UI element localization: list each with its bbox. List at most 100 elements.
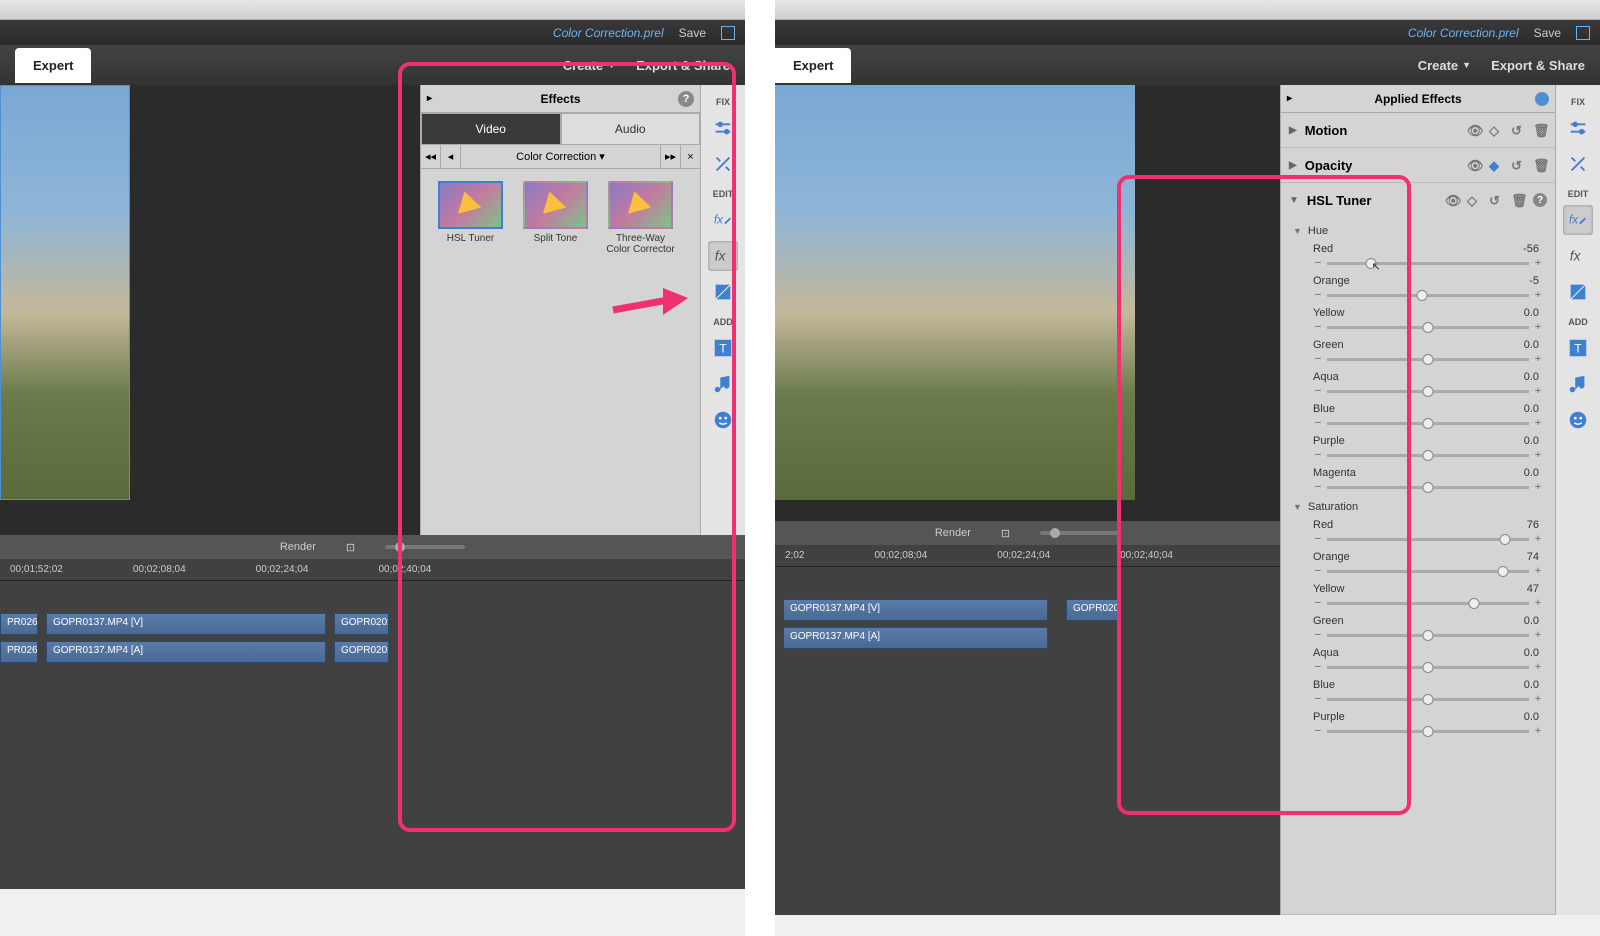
sync-icon[interactable] [1576, 26, 1590, 40]
keyframe-icon[interactable]: ◇ [1467, 193, 1481, 207]
fx-edit-icon[interactable]: fx [708, 205, 738, 235]
graphics-icon[interactable] [1563, 405, 1593, 435]
plus-icon[interactable]: + [1533, 417, 1543, 429]
collapse-panel-icon[interactable]: ▸ [1287, 93, 1292, 104]
clip[interactable]: GOPR0137.MP4 [V] [783, 599, 1048, 621]
music-icon[interactable] [1563, 369, 1593, 399]
music-icon[interactable] [708, 369, 738, 399]
category-close-icon[interactable]: × [680, 145, 700, 168]
plus-icon[interactable]: + [1533, 481, 1543, 493]
export-share-menu[interactable]: Export & Share [636, 58, 730, 73]
tools-icon[interactable] [708, 149, 738, 179]
transitions-icon[interactable] [708, 277, 738, 307]
clip[interactable]: PR026 [0, 641, 38, 663]
plus-icon[interactable]: + [1533, 725, 1543, 737]
expert-tab[interactable]: Expert [15, 48, 91, 83]
adjust-tool-icon[interactable] [708, 113, 738, 143]
plus-icon[interactable]: + [1533, 533, 1543, 545]
keyframe-icon[interactable]: ◇ [1489, 123, 1503, 137]
hsl-slider[interactable]: − + [1313, 723, 1543, 739]
hsl-slider[interactable]: − + [1313, 319, 1543, 335]
category-first-icon[interactable]: ◂◂ [421, 145, 441, 168]
minus-icon[interactable]: − [1313, 385, 1323, 397]
sync-icon[interactable] [721, 26, 735, 40]
hsl-param-value[interactable]: 0.0 [1524, 307, 1539, 319]
hsl-slider[interactable]: − + [1313, 415, 1543, 431]
collapse-panel-icon[interactable]: ▸ [427, 93, 432, 104]
effects-panel-icon[interactable]: fx [708, 241, 738, 271]
effect-hsl-tuner[interactable]: HSL Tuner [433, 181, 508, 255]
hsl-group-header[interactable]: ▼Hue [1293, 221, 1543, 241]
hsl-param-value[interactable]: 0.0 [1524, 339, 1539, 351]
plus-icon[interactable]: + [1533, 597, 1543, 609]
hsl-slider[interactable]: − + [1313, 595, 1543, 611]
plus-icon[interactable]: + [1533, 565, 1543, 577]
clip[interactable]: PR026 [0, 613, 38, 635]
time-ruler[interactable]: 00;01;52;02 00;02;08;04 00;02;24;04 00;0… [0, 559, 745, 581]
clip[interactable]: GOPR0202 [334, 613, 389, 635]
minus-icon[interactable]: − [1313, 353, 1323, 365]
hsl-slider[interactable]: − + [1313, 563, 1543, 579]
preview-frame[interactable] [775, 85, 1135, 500]
help-icon[interactable]: ? [678, 91, 694, 107]
plus-icon[interactable]: + [1533, 629, 1543, 641]
reset-icon[interactable]: ↺ [1511, 123, 1525, 137]
clip[interactable]: GOPR0202 [1066, 599, 1121, 621]
hsl-slider[interactable]: − ↖ + [1313, 255, 1543, 271]
expert-tab[interactable]: Expert [775, 48, 851, 83]
minus-icon[interactable]: − [1313, 289, 1323, 301]
category-dropdown[interactable]: Color Correction ▾ [461, 150, 660, 163]
hsl-param-value[interactable]: -56 [1523, 243, 1539, 255]
reset-icon[interactable]: ↺ [1489, 193, 1503, 207]
keyframe-icon[interactable]: ◆ [1489, 158, 1503, 172]
minus-icon[interactable]: − [1313, 417, 1323, 429]
minus-icon[interactable]: − [1313, 597, 1323, 609]
hsl-slider[interactable]: − + [1313, 351, 1543, 367]
fit-icon[interactable]: ⊡ [346, 541, 355, 554]
preview-frame[interactable] [0, 85, 130, 500]
hsl-group-header[interactable]: ▼Saturation [1293, 497, 1543, 517]
fit-icon[interactable]: ⊡ [1001, 527, 1010, 540]
adjust-tool-icon[interactable] [1563, 113, 1593, 143]
hsl-slider[interactable]: − + [1313, 447, 1543, 463]
opacity-section-header[interactable]: ▶ Opacity 👁 ◆ ↺ 🗑 [1281, 148, 1555, 182]
plus-icon[interactable]: + [1533, 449, 1543, 461]
save-button[interactable]: Save [1534, 26, 1561, 40]
hsl-param-value[interactable]: 0.0 [1524, 679, 1539, 691]
plus-icon[interactable]: + [1533, 289, 1543, 301]
effects-panel-icon[interactable]: fx [1563, 241, 1593, 271]
clip[interactable]: GOPR0137.MP4 [A] [46, 641, 326, 663]
plus-icon[interactable]: + [1533, 257, 1543, 269]
hsl-param-value[interactable]: -5 [1529, 275, 1539, 287]
minus-icon[interactable]: − [1313, 321, 1323, 333]
titles-icon[interactable]: T [708, 333, 738, 363]
hsl-param-value[interactable]: 0.0 [1524, 647, 1539, 659]
trash-icon[interactable]: 🗑 [1533, 158, 1547, 172]
motion-section-header[interactable]: ▶ Motion 👁 ◇ ↺ 🗑 [1281, 113, 1555, 147]
timeline[interactable]: 2;02 00;02;08;04 00;02;24;04 00;02;40;04… [775, 545, 1280, 915]
plus-icon[interactable]: + [1533, 353, 1543, 365]
time-ruler[interactable]: 2;02 00;02;08;04 00;02;24;04 00;02;40;04 [775, 545, 1280, 567]
hsl-slider[interactable]: − + [1313, 691, 1543, 707]
help-icon[interactable]: ? [1533, 193, 1547, 207]
hsl-param-value[interactable]: 74 [1527, 551, 1539, 563]
minus-icon[interactable]: − [1313, 565, 1323, 577]
tools-icon[interactable] [1563, 149, 1593, 179]
audio-tab[interactable]: Audio [561, 113, 701, 145]
plus-icon[interactable]: + [1533, 693, 1543, 705]
video-tab[interactable]: Video [421, 113, 561, 145]
effect-split-tone[interactable]: Split Tone [518, 181, 593, 255]
render-button[interactable]: Render [935, 527, 971, 539]
hsl-param-value[interactable]: 0.0 [1524, 435, 1539, 447]
plus-icon[interactable]: + [1533, 321, 1543, 333]
trash-icon[interactable]: 🗑 [1511, 193, 1525, 207]
save-button[interactable]: Save [679, 26, 706, 40]
plus-icon[interactable]: + [1533, 385, 1543, 397]
trash-icon[interactable]: 🗑 [1533, 123, 1547, 137]
hsl-param-value[interactable]: 0.0 [1524, 615, 1539, 627]
hsl-param-value[interactable]: 47 [1527, 583, 1539, 595]
category-prev-icon[interactable]: ◂ [441, 145, 461, 168]
plus-icon[interactable]: + [1533, 661, 1543, 673]
effect-three-way-cc[interactable]: Three-Way Color Corrector [603, 181, 678, 255]
timeline[interactable]: 00;01;52;02 00;02;08;04 00;02;24;04 00;0… [0, 559, 745, 889]
